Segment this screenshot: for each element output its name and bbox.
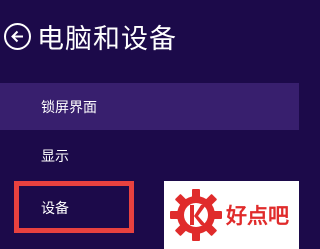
nav-item-label: 设备 — [41, 200, 69, 217]
watermark: 好点吧 — [164, 181, 299, 249]
page-header: 电脑和设备 — [4, 14, 177, 58]
page-title: 电脑和设备 — [37, 23, 177, 55]
back-button[interactable] — [4, 22, 31, 50]
watermark-text: 好点吧 — [226, 204, 289, 228]
nav-item-label: 显示 — [41, 148, 69, 165]
nav-item-label: 锁屏界面 — [41, 99, 97, 116]
gear-logo-icon — [168, 187, 224, 243]
back-arrow-icon — [10, 29, 25, 44]
nav-item-display[interactable]: 显示 — [0, 132, 299, 179]
nav-item-lock-screen[interactable]: 锁屏界面 — [0, 83, 299, 130]
